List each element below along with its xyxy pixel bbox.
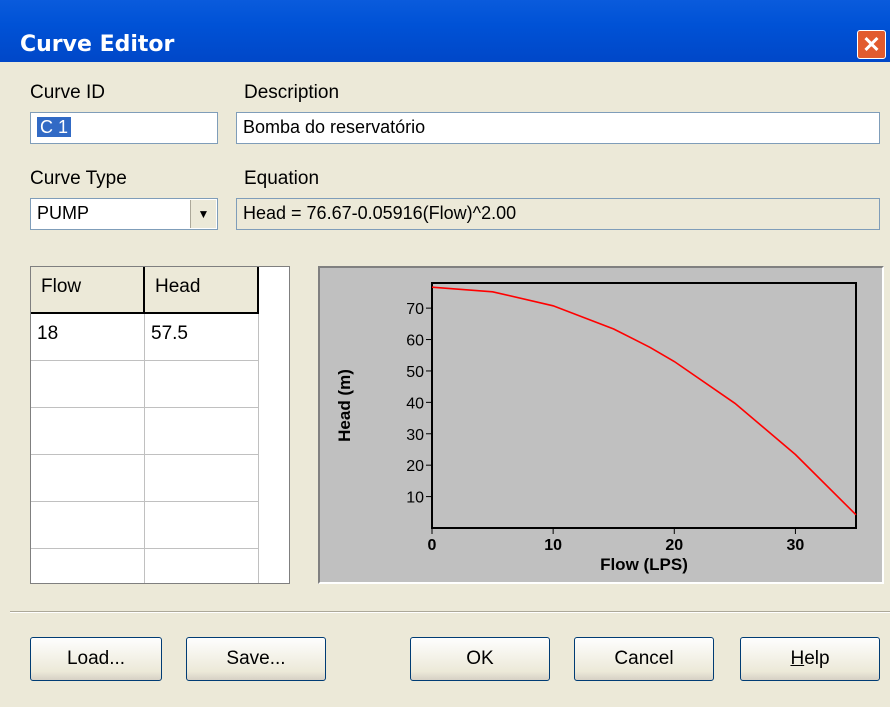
y-tick-label: 70	[406, 301, 424, 318]
equation-field: Head = 76.67-0.05916(Flow)^2.00	[236, 198, 880, 230]
close-icon: ✕	[862, 32, 881, 57]
help-button[interactable]: Help	[740, 637, 880, 681]
grid-cell[interactable]	[145, 455, 259, 502]
cancel-button[interactable]: Cancel	[574, 637, 714, 681]
chevron-down-icon[interactable]: ▼	[190, 200, 216, 228]
curve-id-input[interactable]: C 1	[30, 112, 218, 144]
y-tick-label: 10	[406, 490, 424, 507]
column-header-head[interactable]: Head	[145, 267, 259, 314]
curve-id-value: C 1	[37, 117, 72, 137]
curve-type-select[interactable]: PUMP ▼	[30, 198, 218, 230]
save-button[interactable]: Save...	[186, 637, 326, 681]
x-tick-label: 0	[428, 537, 437, 554]
description-value: Bomba do reservatório	[243, 117, 426, 137]
grid-cell[interactable]	[31, 455, 145, 502]
x-tick-label: 30	[787, 537, 805, 554]
close-button[interactable]: ✕	[857, 30, 886, 59]
dialog-title: Curve Editor	[20, 32, 175, 57]
x-tick-label: 10	[544, 537, 562, 554]
title-bar[interactable]: Curve Editor ✕	[0, 0, 890, 62]
ok-button[interactable]: OK	[410, 637, 550, 681]
y-tick-label: 50	[406, 364, 424, 381]
grid-cell[interactable]: 18	[31, 314, 145, 361]
curve-type-label: Curve Type	[30, 168, 127, 189]
equation-value: Head = 76.67-0.05916(Flow)^2.00	[243, 203, 517, 223]
grid-scrollbar[interactable]: ▲ ▼	[289, 267, 290, 583]
equation-label: Equation	[244, 168, 320, 189]
curve-data-grid[interactable]: Flow Head 18 57.5 ▲ ▼	[30, 266, 290, 584]
grid-cell[interactable]	[145, 408, 259, 455]
y-tick-label: 40	[406, 395, 424, 412]
grid-cell[interactable]	[31, 502, 145, 549]
y-tick-label: 60	[406, 333, 424, 350]
load-button[interactable]: Load...	[30, 637, 162, 681]
description-label: Description	[244, 82, 340, 103]
plot-area	[431, 282, 857, 529]
y-tick-label: 30	[406, 427, 424, 444]
y-axis-label: Head (m)	[335, 369, 354, 442]
curve-editor-dialog: Curve Editor ✕ Curve ID C 1 Description …	[0, 0, 890, 707]
grid-cell[interactable]	[145, 361, 259, 408]
curve-type-value: PUMP	[37, 203, 90, 223]
y-tick-label: 20	[406, 458, 424, 475]
curve-chart-panel: 10 20 30 40 50 60 70 0 10 20 30 Flow (LPS) Head (m)	[318, 266, 884, 584]
column-header-flow[interactable]: Flow	[31, 267, 145, 314]
grid-cell[interactable]	[145, 502, 259, 549]
curve-id-label: Curve ID	[30, 82, 105, 103]
description-input[interactable]: Bomba do reservatório	[236, 112, 880, 144]
x-axis-label: Flow (LPS)	[600, 555, 688, 574]
help-accesskey: H	[790, 648, 805, 669]
grid-cell[interactable]	[31, 549, 145, 583]
button-separator	[10, 611, 890, 613]
grid-cell[interactable]	[31, 408, 145, 455]
grid-cell[interactable]: 57.5	[145, 314, 259, 361]
curve-chart: 10 20 30 40 50 60 70 0 10 20 30 Flow (LPS) Head (m)	[335, 282, 857, 574]
grid-cell[interactable]	[145, 549, 259, 583]
help-label-rest: elp	[804, 648, 830, 669]
x-tick-label: 20	[665, 537, 683, 554]
grid-cell[interactable]	[31, 361, 145, 408]
